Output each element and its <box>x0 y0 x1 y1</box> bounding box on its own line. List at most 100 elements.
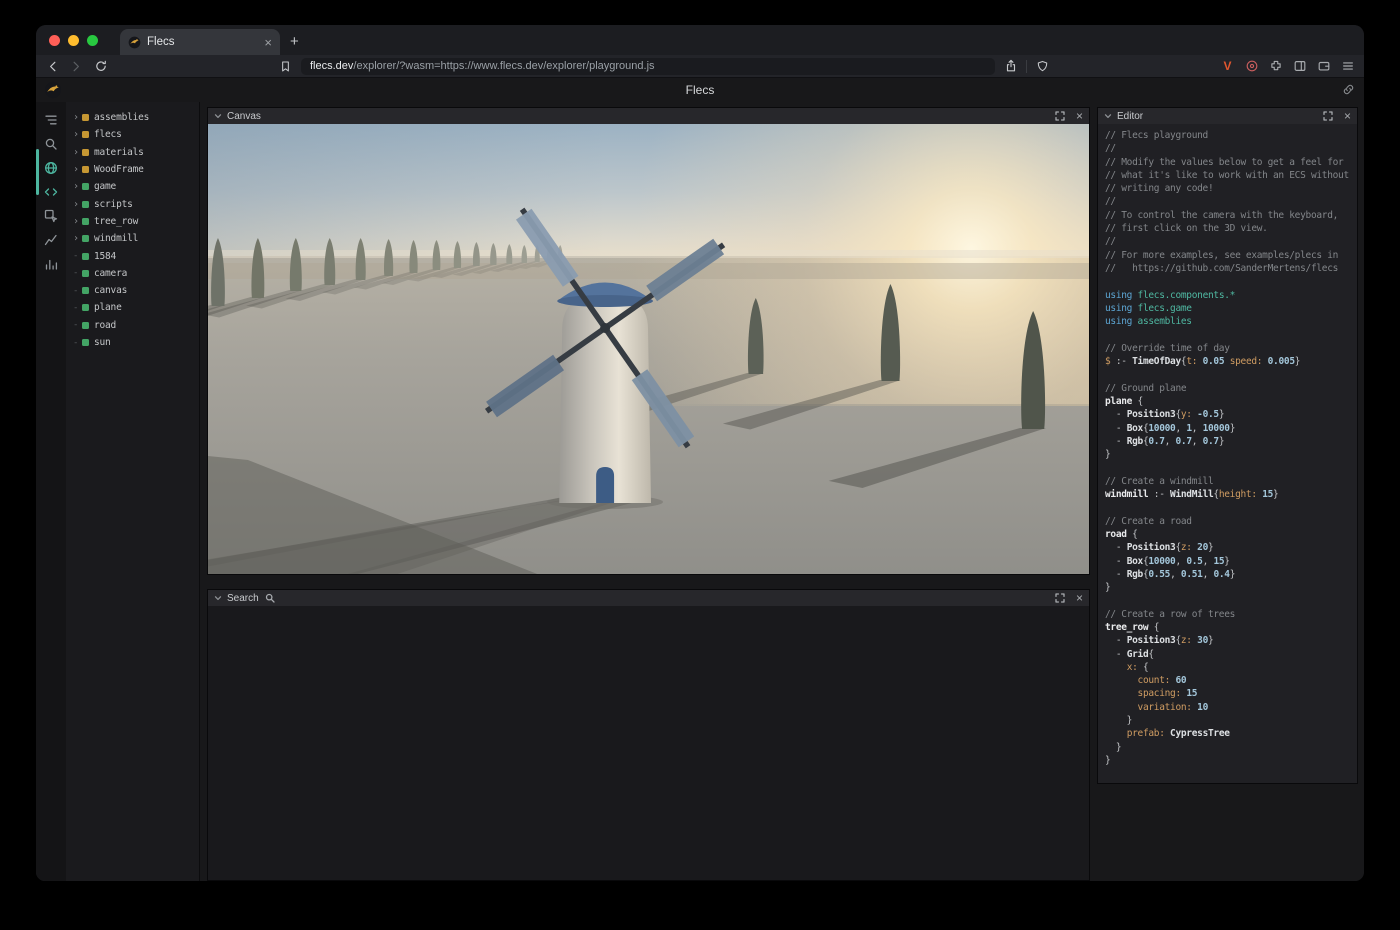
tab-title: Flecs <box>147 36 258 48</box>
code-icon[interactable] <box>43 184 59 200</box>
horizon-haze <box>208 250 1089 258</box>
expand-caret-icon[interactable]: - <box>73 268 82 278</box>
tab-close-icon[interactable]: × <box>264 36 272 49</box>
editor-code[interactable]: // Flecs playground//// Modify the value… <box>1098 124 1357 783</box>
shield-icon[interactable] <box>1034 58 1051 75</box>
canvas-panel-header: Canvas × <box>208 108 1089 124</box>
entity-color-square <box>82 322 89 329</box>
page-title: Flecs <box>686 83 715 97</box>
entity-color-square <box>82 149 89 156</box>
browser-tab[interactable]: Flecs × <box>120 29 280 55</box>
tree-item-label: plane <box>94 302 122 313</box>
tree-item[interactable]: › scripts <box>66 195 199 212</box>
entity-color-square <box>82 253 89 260</box>
tree-item[interactable]: › assemblies <box>66 109 199 126</box>
magnifier-icon <box>265 593 275 603</box>
road <box>208 263 1089 279</box>
inspector-icon[interactable] <box>43 208 59 224</box>
tree-item-label: canvas <box>94 285 127 296</box>
collapse-icon[interactable] <box>214 112 222 120</box>
tree-item-label: scripts <box>94 199 133 210</box>
url-bar[interactable]: flecs.dev/explorer/?wasm=https://www.fle… <box>301 58 995 75</box>
new-tab-button[interactable]: + <box>290 33 299 50</box>
expand-caret-icon[interactable]: › <box>73 129 82 140</box>
tree-item[interactable]: - 1584 <box>66 247 199 264</box>
expand-caret-icon[interactable]: - <box>73 338 82 348</box>
tree-item[interactable]: - sun <box>66 334 199 351</box>
stats-icon[interactable] <box>43 232 59 248</box>
expand-caret-icon[interactable]: - <box>73 286 82 296</box>
share-icon[interactable] <box>1002 58 1019 75</box>
browser-tab-bar: Flecs × + <box>36 25 1364 55</box>
tree-item[interactable]: › game <box>66 178 199 195</box>
center-column: Canvas × <box>200 102 1097 881</box>
menu-icon[interactable] <box>1339 58 1356 75</box>
entity-color-square <box>82 218 89 225</box>
collapse-icon[interactable] <box>1104 112 1112 120</box>
right-column: Editor × // Flecs playground//// Modify … <box>1097 102 1364 881</box>
tree-item[interactable]: › tree_row <box>66 213 199 230</box>
tree-item[interactable]: › materials <box>66 144 199 161</box>
tree-item-label: sun <box>94 337 111 348</box>
close-icon[interactable]: × <box>1076 110 1083 122</box>
forward-icon[interactable] <box>68 58 85 75</box>
traffic-light-minimize[interactable] <box>68 35 79 46</box>
tree-item[interactable]: - camera <box>66 265 199 282</box>
entity-color-square <box>82 201 89 208</box>
metrics-icon[interactable] <box>43 256 59 272</box>
expand-caret-icon[interactable]: › <box>73 181 82 192</box>
tree-item[interactable]: - road <box>66 317 199 334</box>
extensions-icon[interactable] <box>1267 58 1284 75</box>
flecs-logo <box>44 81 62 104</box>
expand-caret-icon[interactable]: › <box>73 164 82 175</box>
tree-item[interactable]: › flecs <box>66 126 199 143</box>
expand-caret-icon[interactable]: › <box>73 112 82 123</box>
tree-item-label: camera <box>94 268 127 279</box>
expand-caret-icon[interactable]: - <box>73 251 82 261</box>
queries-icon[interactable] <box>43 160 59 176</box>
entity-color-square <box>82 183 89 190</box>
tree-item[interactable]: - plane <box>66 299 199 316</box>
tree-item-label: windmill <box>94 233 138 244</box>
wallet-icon[interactable] <box>1315 58 1332 75</box>
tree-item-label: game <box>94 181 116 192</box>
fullscreen-icon[interactable] <box>1055 111 1065 121</box>
sidebar-panel-icon[interactable] <box>1291 58 1308 75</box>
entity-color-square <box>82 270 89 277</box>
fullscreen-icon[interactable] <box>1323 111 1333 121</box>
browser-window: Flecs × + flecs.dev/explorer/?wasm=https… <box>36 25 1364 881</box>
expand-caret-icon[interactable]: - <box>73 320 82 330</box>
share-link-icon[interactable] <box>1342 83 1355 101</box>
expand-caret-icon[interactable]: › <box>73 199 82 210</box>
toolbar-divider <box>1026 60 1027 73</box>
bookmark-icon[interactable] <box>277 58 294 75</box>
search-icon[interactable] <box>43 136 59 152</box>
close-icon[interactable]: × <box>1344 110 1351 122</box>
recorder-icon[interactable] <box>1243 58 1260 75</box>
tree-item[interactable]: › WoodFrame <box>66 161 199 178</box>
entity-color-square <box>82 166 89 173</box>
windmill-door <box>596 467 614 503</box>
expand-caret-icon[interactable]: › <box>73 233 82 244</box>
tree-item[interactable]: - canvas <box>66 282 199 299</box>
expand-caret-icon[interactable]: › <box>73 147 82 158</box>
entity-color-square <box>82 304 89 311</box>
expand-caret-icon[interactable]: › <box>73 216 82 227</box>
back-icon[interactable] <box>44 58 61 75</box>
traffic-light-close[interactable] <box>49 35 60 46</box>
url-domain: flecs.dev <box>310 60 353 72</box>
canvas-3d-scene[interactable] <box>208 124 1089 574</box>
expand-caret-icon[interactable]: - <box>73 303 82 313</box>
fullscreen-icon[interactable] <box>1055 593 1065 603</box>
entities-icon[interactable] <box>43 112 59 128</box>
close-icon[interactable]: × <box>1076 592 1083 604</box>
traffic-light-zoom[interactable] <box>87 35 98 46</box>
tree-item[interactable]: › windmill <box>66 230 199 247</box>
tree-item-label: assemblies <box>94 112 149 123</box>
collapse-icon[interactable] <box>214 594 222 602</box>
flecs-explorer-page: Flecs <box>36 78 1364 881</box>
reload-icon[interactable] <box>92 58 109 75</box>
app-header: Flecs <box>36 78 1364 102</box>
vimium-icon[interactable]: V <box>1219 58 1236 75</box>
search-results-area[interactable] <box>208 606 1089 880</box>
